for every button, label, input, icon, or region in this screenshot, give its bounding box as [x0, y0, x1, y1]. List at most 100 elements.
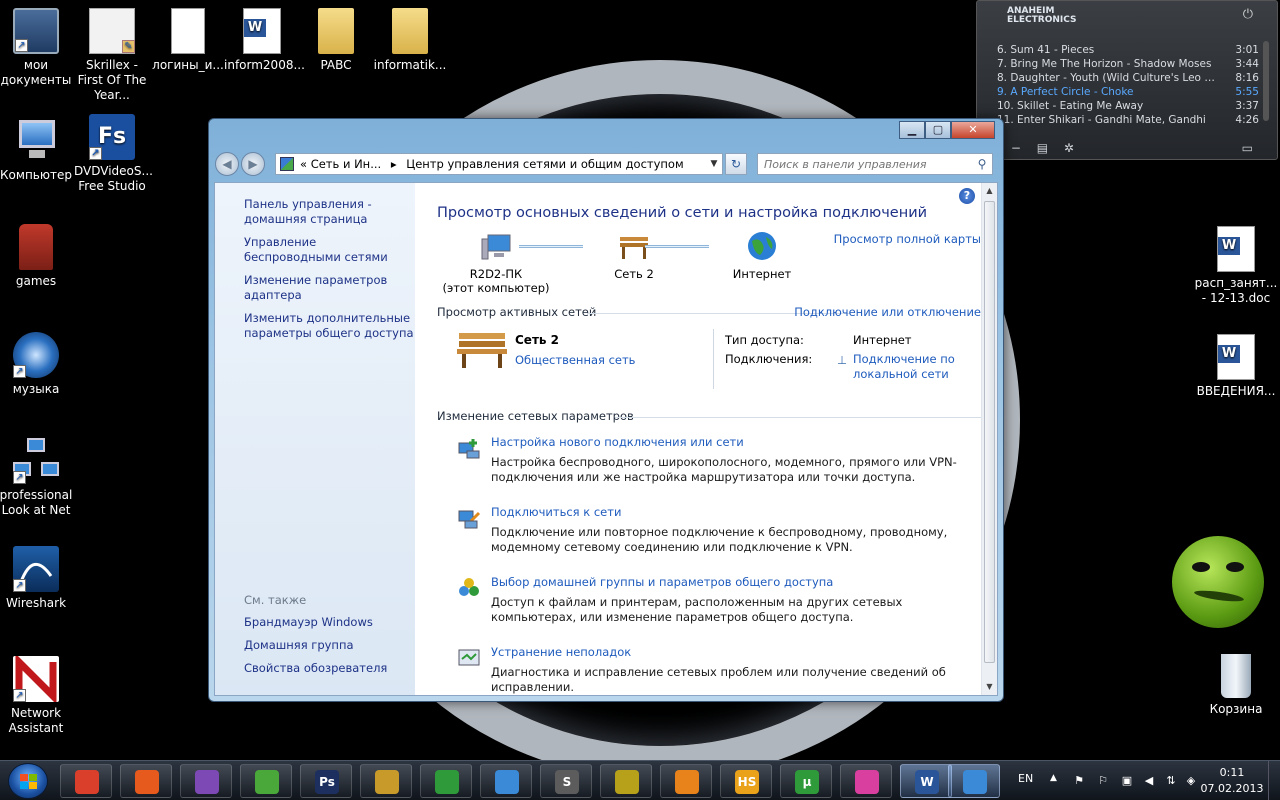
desktop-icon-recycle-bin[interactable]: Корзина	[1194, 654, 1278, 717]
refresh-button[interactable]: ↻	[725, 153, 747, 175]
search-box[interactable]: ⚲	[757, 153, 993, 175]
link-internet-options[interactable]: Свойства обозревателя	[244, 661, 414, 676]
scrollbar-thumb[interactable]	[984, 201, 995, 663]
forward-button[interactable]: ▶	[241, 152, 265, 176]
link-control-panel-home[interactable]: Панель управления - домашняя страница	[244, 197, 414, 227]
taskbar-item[interactable]	[360, 764, 412, 798]
address-bar[interactable]: « Сеть и Ин... ▸ Центр управления сетями…	[275, 153, 723, 175]
link-manage-wireless[interactable]: Управление беспроводными сетями	[244, 235, 414, 265]
taskbar-item[interactable]	[120, 764, 172, 798]
connection-line	[519, 245, 583, 248]
desktop-icon-informatik[interactable]: informatik...	[372, 8, 448, 73]
scroll-down-icon[interactable]: ▼	[982, 679, 997, 695]
desktop-icon-logins[interactable]: логины_и...	[150, 8, 226, 73]
taskbar-item[interactable]	[480, 764, 532, 798]
show-hidden-icons[interactable]: ▲	[1050, 773, 1057, 783]
navigation-bar: ◀ ▶ « Сеть и Ин... ▸ Центр управления се…	[215, 151, 997, 177]
link-setup-new-connection[interactable]: Настройка нового подключения или сети	[491, 435, 744, 449]
sync-icon[interactable]: ⇅	[1164, 774, 1178, 788]
desktop-icon-pabc[interactable]: PABC	[298, 8, 374, 73]
desktop-icon-dvdvideosoft[interactable]: Fs ↗ DVDVideoS... Free Studio	[74, 114, 153, 194]
breadcrumb-sharing-center[interactable]: Центр управления сетями и общим доступом	[406, 157, 683, 171]
desktop-icon-vvedeniya[interactable]: W ВВЕДЕНИЯ...	[1194, 334, 1278, 399]
taskbar: Ps S HS µ W EN ▲ ⚑ ⚐ ▣ ◀ ⇅ ◈ 0:11 07.02.2013	[0, 760, 1280, 800]
link-homegroup[interactable]: Домашняя группа	[244, 638, 414, 653]
volume-icon[interactable]: ◀	[1142, 774, 1156, 788]
taskbar-item[interactable]	[60, 764, 112, 798]
scroll-up-icon[interactable]: ▲	[982, 183, 997, 199]
access-type-label: Тип доступа:	[725, 333, 804, 347]
desktop-icon-inform2008[interactable]: W inform2008...	[224, 8, 305, 73]
taskbar-item[interactable]	[660, 764, 712, 798]
desktop-icon-wireshark[interactable]: ↗ Wireshark	[0, 546, 74, 611]
language-indicator[interactable]: EN	[1018, 772, 1033, 785]
breadcrumb-network[interactable]: Сеть и Ин...	[311, 157, 381, 171]
playlist-track[interactable]: 6. Sum 41 - Pieces 3:01	[997, 43, 1259, 57]
taskbar-item[interactable]: Ps	[300, 764, 352, 798]
taskbar-item[interactable]	[948, 764, 1000, 798]
taskbar-item[interactable]	[180, 764, 232, 798]
desktop-icon-network-assistant[interactable]: ↗ Network Assistant	[0, 653, 74, 736]
link-advanced-sharing[interactable]: Изменить дополнительные параметры общего…	[244, 311, 414, 341]
control-panel-icon	[963, 770, 987, 794]
help-icon[interactable]: ?	[959, 188, 975, 204]
taskbar-item[interactable]	[420, 764, 472, 798]
desktop-icon-games[interactable]: games	[0, 224, 74, 289]
link-windows-firewall[interactable]: Брандмауэр Windows	[244, 615, 414, 630]
taskbar-item[interactable]: µ	[780, 764, 832, 798]
taskbar-item[interactable]: HS	[720, 764, 772, 798]
link-homegroup-sharing[interactable]: Выбор домашней группы и параметров общег…	[491, 575, 833, 589]
word-icon: W	[915, 770, 939, 794]
clock[interactable]: 0:11 07.02.2013	[1200, 765, 1264, 797]
word-document-icon: W	[1217, 334, 1255, 380]
minimize-button[interactable]: ▁	[899, 121, 925, 139]
desktop-icon-music[interactable]: ↗ музыка	[0, 332, 74, 397]
search-icon[interactable]: ⚲	[972, 157, 992, 171]
playlist-track[interactable]: 8. Daughter - Youth (Wild Culture's Leo …	[997, 71, 1259, 85]
power-icon[interactable]: ⏻	[1243, 7, 1253, 22]
link-connect-to-network[interactable]: Подключиться к сети	[491, 505, 621, 519]
taskbar-item[interactable]	[240, 764, 292, 798]
node-internet[interactable]: Интернет	[717, 231, 807, 281]
link-change-adapter[interactable]: Изменение параметров адаптера	[244, 273, 414, 303]
link-full-map[interactable]: Просмотр полной карты	[834, 232, 981, 246]
taskbar-item[interactable]	[840, 764, 892, 798]
start-button[interactable]	[8, 763, 48, 799]
desktop-icon-professional-look[interactable]: ↗ professional Look at Net	[0, 438, 74, 518]
link-connect-disconnect[interactable]: Подключение или отключение	[794, 305, 981, 319]
node-network[interactable]: Сеть 2	[589, 231, 679, 281]
taskbar-item[interactable]: S	[540, 764, 592, 798]
show-desktop-button[interactable]	[1268, 761, 1280, 800]
dropbox-icon[interactable]: ◈	[1184, 774, 1198, 788]
security-icon[interactable]: ⚑	[1072, 774, 1086, 788]
download-icon	[255, 770, 279, 794]
network-type-link[interactable]: Общественная сеть	[515, 353, 635, 367]
taskbar-item[interactable]: W	[900, 764, 952, 798]
task-description: Настройка беспроводного, широкополосного…	[491, 455, 957, 484]
playlist-scrollbar[interactable]	[1263, 41, 1269, 121]
network-icon[interactable]: ▣	[1120, 774, 1134, 788]
desktop-icon-my-documents[interactable]: ↗ мои документы	[0, 8, 74, 88]
vertical-scrollbar[interactable]: ▲ ▼	[981, 183, 997, 695]
taskbar-item[interactable]	[600, 764, 652, 798]
maximize-button[interactable]: ▢	[925, 121, 951, 139]
chevron-down-icon[interactable]: ▼	[706, 159, 722, 169]
desktop-icon-raspisanie[interactable]: W расп_занят... - 12-13.doc	[1194, 226, 1278, 306]
link-troubleshoot[interactable]: Устранение неполадок	[491, 645, 631, 659]
playlist-track[interactable]: 9. A Perfect Circle - Choke 5:55	[997, 85, 1259, 99]
link-local-connection[interactable]: Подключение по локальной сети	[853, 352, 963, 382]
xfire-icon	[435, 770, 459, 794]
connect-network-icon	[457, 507, 481, 529]
desktop-icon-computer[interactable]: Компьютер	[0, 118, 74, 183]
playlist-track[interactable]: 7. Bring Me The Horizon - Shadow Moses 3:…	[997, 57, 1259, 71]
computer-icon	[13, 118, 59, 164]
close-button[interactable]: ✕	[951, 121, 995, 139]
playlist-track[interactable]: 10. Skillet - Eating Me Away 3:37	[997, 99, 1259, 113]
playlist-track[interactable]: 11. Enter Shikari - Gandhi Mate, Gandhi 4…	[997, 113, 1259, 127]
back-button[interactable]: ◀	[215, 152, 239, 176]
node-this-computer[interactable]: R2D2-ПК (этот компьютер)	[441, 231, 551, 295]
search-input[interactable]	[764, 157, 972, 171]
desktop-icon-skrillex[interactable]: ✎ Skrillex - First Of The Year...	[74, 8, 150, 103]
action-center-icon[interactable]: ⚐	[1096, 774, 1110, 788]
folder-icon[interactable]: ▭	[1242, 141, 1253, 155]
